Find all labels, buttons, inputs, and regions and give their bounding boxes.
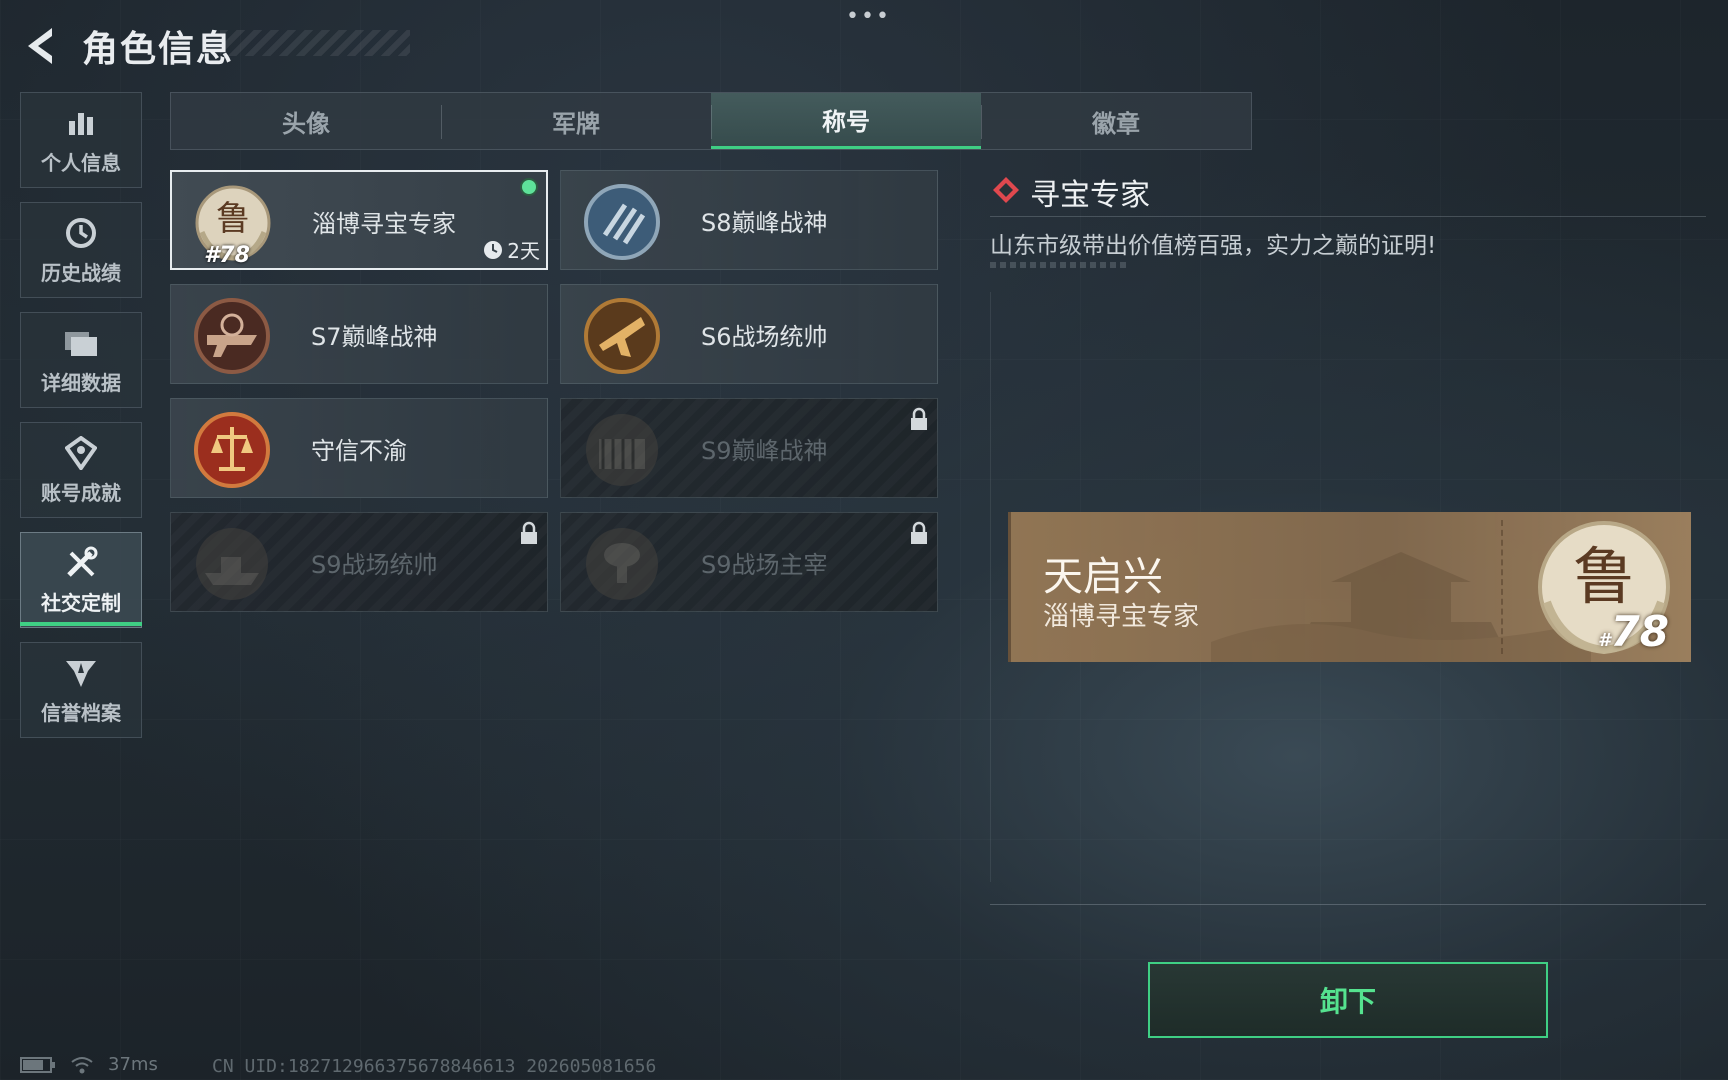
nav-label: 社交定制 <box>41 590 121 615</box>
nav-item-personal-info[interactable]: 个人信息 <box>20 92 142 188</box>
card-name: S6战场统帅 <box>701 323 828 351</box>
card-timer-text: 2天 <box>507 239 540 263</box>
card-timer: 2天 <box>483 235 540 264</box>
nav-label: 账号成就 <box>41 480 121 505</box>
s9-mushroom-badge-icon <box>586 528 658 600</box>
s8-badge-icon <box>584 184 660 260</box>
card-rank: #78 <box>204 243 250 268</box>
nav-item-credit[interactable]: 信誉档案 <box>20 642 142 738</box>
title-card-s7[interactable]: S7巅峰战神 <box>170 284 548 384</box>
title-decoration <box>220 30 410 56</box>
preview-title-text: 淄博寻宝专家 <box>1043 602 1200 632</box>
title-card-zibo-treasure[interactable]: 鲁 #78 淄博寻宝专家 2天 <box>170 170 548 270</box>
tab-bar: 头像 军牌 称号 徽章 <box>170 92 1252 150</box>
lock-icon <box>521 521 537 544</box>
status-bar: 37ms <box>20 1054 158 1075</box>
back-arrow-icon[interactable] <box>20 22 60 70</box>
title-card-s6[interactable]: S6战场统帅 <box>560 284 938 384</box>
diamond-icon <box>993 177 1019 203</box>
ping-text: 37ms <box>108 1054 158 1075</box>
achievement-icon <box>65 435 97 471</box>
uid-text: CN UID:182712966375678846613 20260508165… <box>212 1056 657 1077</box>
s9-dam-badge-icon <box>586 414 658 486</box>
title-card-s9-commander[interactable]: S9战场统帅 <box>170 512 548 612</box>
nav-label: 详细数据 <box>41 370 121 395</box>
nameplate-preview: 天启兴 淄博寻宝专家 鲁 #78 <box>1008 512 1691 662</box>
preview-rank-number: 78 <box>1610 607 1669 656</box>
tools-icon <box>63 545 99 581</box>
nav-label: 历史战绩 <box>41 260 121 285</box>
detail-description: 山东市级带出价值榜百强，实力之巅的证明! <box>990 233 1437 259</box>
tab-dogtag[interactable]: 军牌 <box>441 93 711 149</box>
lock-icon <box>911 521 927 544</box>
s7-badge-icon <box>194 298 270 374</box>
tab-avatar[interactable]: 头像 <box>171 93 441 149</box>
unequip-button[interactable]: 卸下 <box>1148 962 1548 1038</box>
svg-text:鲁: 鲁 <box>216 199 250 239</box>
page-title: 角色信息 <box>82 29 235 70</box>
svg-text:鲁: 鲁 <box>1573 540 1635 613</box>
preview-rank-prefix: # <box>1598 630 1611 651</box>
title-card-s9-peak[interactable]: S9巅峰战神 <box>560 398 938 498</box>
equipped-indicator <box>520 178 538 196</box>
preview-player-name: 天启兴 <box>1043 554 1163 600</box>
bottom-divider <box>990 904 1706 905</box>
tab-badge[interactable]: 徽章 <box>981 93 1251 149</box>
scales-badge-icon <box>194 412 270 488</box>
card-name: S8巅峰战神 <box>701 209 828 237</box>
nav-item-history[interactable]: 历史战绩 <box>20 202 142 298</box>
card-name: 淄博寻宝专家 <box>312 210 456 238</box>
card-name: 守信不渝 <box>311 437 407 465</box>
perforation <box>1501 520 1503 654</box>
lock-icon <box>911 407 927 430</box>
nav-item-detailed-data[interactable]: 详细数据 <box>20 312 142 408</box>
battery-icon <box>20 1056 55 1073</box>
card-name: S7巅峰战神 <box>311 323 438 351</box>
preview-rank: #78 <box>1598 607 1669 656</box>
card-name: S9战场统帅 <box>311 551 438 579</box>
credit-icon <box>64 655 98 691</box>
wifi-icon <box>71 1056 93 1073</box>
nav-item-achievements[interactable]: 账号成就 <box>20 422 142 518</box>
more-menu-icon[interactable]: ••• <box>846 4 891 29</box>
detail-dash-decoration <box>990 262 1130 268</box>
title-card-integrity[interactable]: 守信不渝 <box>170 398 548 498</box>
s6-badge-icon <box>584 298 660 374</box>
detail-title: 寻宝专家 <box>1030 178 1150 213</box>
bar-chart-icon <box>65 105 97 141</box>
s9-ship-badge-icon <box>196 528 268 600</box>
title-card-s9-dominator[interactable]: S9战场主宰 <box>560 512 938 612</box>
title-card-s8[interactable]: S8巅峰战神 <box>560 170 938 270</box>
tab-title[interactable]: 称号 <box>711 93 981 149</box>
nav-label: 信誉档案 <box>41 700 121 725</box>
card-name: S9战场主宰 <box>701 551 828 579</box>
nav-item-social-custom[interactable]: 社交定制 <box>20 532 142 628</box>
clock-icon <box>484 240 503 259</box>
nav-label: 个人信息 <box>41 150 121 175</box>
folder-icon <box>63 325 99 361</box>
history-icon <box>64 215 98 251</box>
nav-active-indicator <box>20 622 142 626</box>
card-name: S9巅峰战神 <box>701 437 828 465</box>
detail-divider <box>990 216 1706 217</box>
